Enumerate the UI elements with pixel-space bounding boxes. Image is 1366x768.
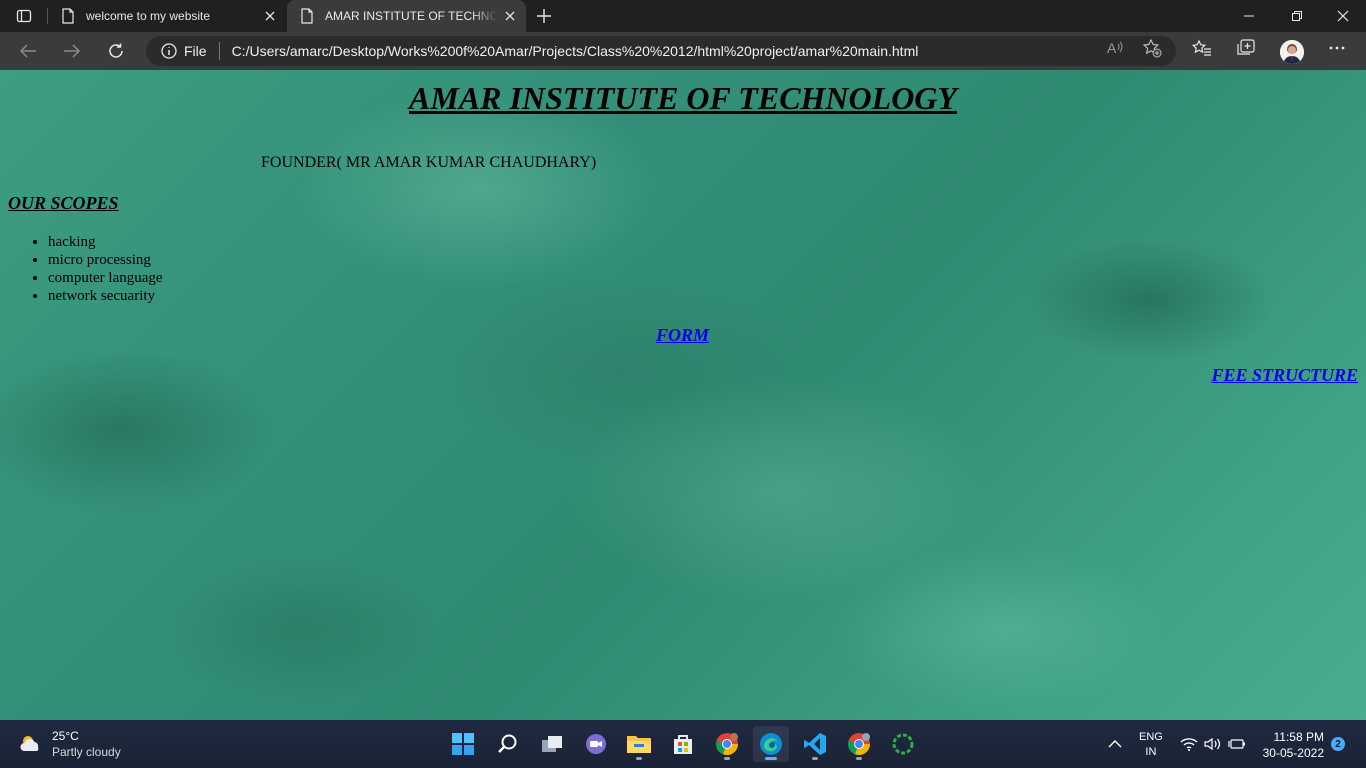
- running-indicator: [765, 757, 777, 760]
- language-indicator[interactable]: ENG IN: [1139, 730, 1163, 760]
- file-explorer-icon[interactable]: [621, 726, 657, 762]
- scopes-list: hacking micro processing computer langua…: [48, 233, 163, 305]
- more-menu-icon[interactable]: [1326, 37, 1348, 59]
- new-tab-icon[interactable]: [532, 4, 556, 28]
- running-indicator: [856, 757, 862, 760]
- chrome-profile-icon[interactable]: [841, 726, 877, 762]
- browser-tab-bar: welcome to my website AMAR INSTITUTE OF …: [0, 0, 1366, 32]
- address-separator: [218, 42, 220, 60]
- founder-text: FOUNDER( MR AMAR KUMAR CHAUDHARY): [261, 154, 597, 171]
- edge-icon[interactable]: [753, 726, 789, 762]
- running-indicator: [724, 757, 730, 760]
- page-viewport: AMAR INSTITUTE OF TECHNOLOGY FOUNDER( MR…: [0, 70, 1366, 720]
- running-indicator: [812, 757, 818, 760]
- svg-text:A: A: [1107, 40, 1117, 56]
- fee-structure-link[interactable]: FEE STRUCTURE: [1211, 365, 1358, 386]
- tab-actions-icon[interactable]: [10, 6, 38, 26]
- tab-welcome[interactable]: welcome to my website: [48, 0, 286, 32]
- close-window-icon[interactable]: [1320, 0, 1366, 32]
- tab-title: AMAR INSTITUTE OF TECHNOLOGY: [325, 9, 498, 23]
- search-icon[interactable]: [490, 726, 526, 762]
- profile-avatar[interactable]: [1280, 40, 1304, 64]
- show-hidden-icons[interactable]: [1108, 720, 1122, 768]
- loader-app-icon[interactable]: [885, 726, 921, 762]
- read-aloud-icon[interactable]: A: [1104, 37, 1126, 59]
- tab-amar-institute[interactable]: AMAR INSTITUTE OF TECHNOLOGY: [287, 0, 526, 32]
- address-bar[interactable]: File C:/Users/amarc/Desktop/Works%200f%2…: [146, 36, 1176, 66]
- chat-icon[interactable]: [578, 726, 614, 762]
- minimize-icon[interactable]: [1226, 0, 1272, 32]
- list-item: micro processing: [48, 251, 163, 269]
- language-code: ENG: [1139, 731, 1163, 743]
- page-title: AMAR INSTITUTE OF TECHNOLOGY: [409, 80, 957, 116]
- page-icon: [299, 8, 315, 24]
- notification-badge[interactable]: 2: [1331, 737, 1345, 751]
- url-text[interactable]: C:/Users/amarc/Desktop/Works%200f%20Amar…: [232, 43, 919, 59]
- weather-condition: Partly cloudy: [52, 745, 121, 759]
- store-icon[interactable]: [665, 726, 701, 762]
- weather-widget[interactable]: 25°C Partly cloudy: [18, 728, 121, 760]
- browser-toolbar: File C:/Users/amarc/Desktop/Works%200f%2…: [0, 32, 1366, 70]
- taskbar: 25°C Partly cloudy ENG IN 11:58 PM 30-05…: [0, 720, 1366, 768]
- wifi-icon[interactable]: [1180, 720, 1198, 768]
- task-view-icon[interactable]: [534, 726, 570, 762]
- close-tab-icon[interactable]: [258, 4, 282, 28]
- clock-date: 30-05-2022: [1262, 746, 1324, 760]
- list-item: hacking: [48, 233, 163, 251]
- add-favorite-icon[interactable]: [1141, 37, 1163, 59]
- back-icon[interactable]: [13, 36, 43, 66]
- running-indicator: [636, 757, 642, 760]
- favorites-icon[interactable]: [1191, 37, 1213, 59]
- close-tab-icon[interactable]: [498, 4, 522, 28]
- page-icon: [60, 8, 76, 24]
- collections-icon[interactable]: [1235, 37, 1257, 59]
- forward-icon[interactable]: [57, 36, 87, 66]
- clock-time: 11:58 PM: [1273, 730, 1324, 744]
- vscode-icon[interactable]: [797, 726, 833, 762]
- form-link[interactable]: FORM: [656, 325, 709, 346]
- restore-icon[interactable]: [1274, 0, 1320, 32]
- language-region: IN: [1145, 746, 1157, 758]
- battery-icon[interactable]: [1228, 720, 1246, 768]
- refresh-icon[interactable]: [101, 36, 131, 66]
- tab-title: welcome to my website: [86, 9, 211, 23]
- chrome-icon[interactable]: [709, 726, 745, 762]
- scheme-label: File: [184, 43, 207, 59]
- info-icon[interactable]: [160, 42, 178, 60]
- scopes-heading: OUR SCOPES: [8, 193, 119, 213]
- system-clock[interactable]: 11:58 PM 30-05-2022: [1258, 729, 1324, 761]
- start-icon[interactable]: [445, 726, 481, 762]
- weather-temp: 25°C: [52, 729, 79, 743]
- list-item: network secuarity: [48, 287, 163, 305]
- volume-icon[interactable]: [1204, 720, 1222, 768]
- list-item: computer language: [48, 269, 163, 287]
- partly-cloudy-icon: [20, 736, 39, 751]
